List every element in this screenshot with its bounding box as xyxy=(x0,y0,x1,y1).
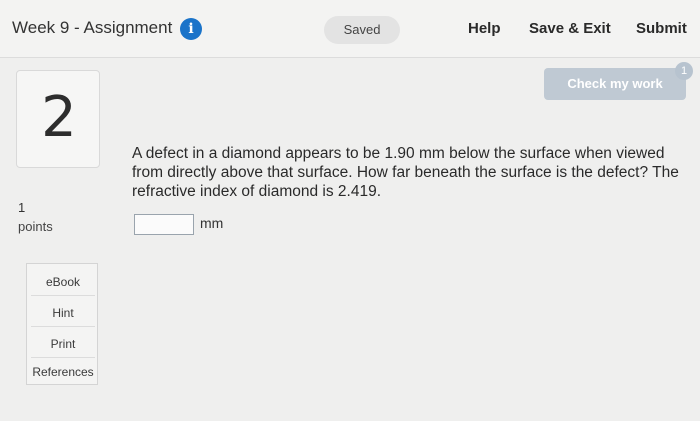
submit-button[interactable]: Submit xyxy=(636,20,687,37)
saved-status-badge: Saved xyxy=(324,16,400,44)
answer-unit: mm xyxy=(200,215,224,231)
question-text: A defect in a diamond appears to be 1.90… xyxy=(132,145,679,200)
divider xyxy=(31,295,95,296)
answer-input[interactable] xyxy=(134,214,194,235)
question-number: 2 xyxy=(41,85,77,150)
divider xyxy=(31,326,95,327)
points-value: 1 xyxy=(18,200,26,215)
resources-panel: eBook Hint Print References xyxy=(26,263,98,385)
ebook-link[interactable]: eBook xyxy=(27,275,99,289)
top-bar: Week 9 - Assignment i Saved Help Save & … xyxy=(0,0,700,58)
hint-link[interactable]: Hint xyxy=(27,306,99,320)
print-link[interactable]: Print xyxy=(27,337,99,351)
check-my-work-area: Check my work 1 xyxy=(544,62,693,100)
assignment-title: Week 9 - Assignment xyxy=(12,18,173,37)
question-number-box: 2 xyxy=(16,70,100,168)
divider xyxy=(31,357,95,358)
check-my-work-button[interactable]: Check my work xyxy=(544,68,686,100)
save-exit-button[interactable]: Save & Exit xyxy=(529,20,611,37)
check-count-badge: 1 xyxy=(675,62,693,80)
info-icon[interactable]: i xyxy=(180,18,202,40)
help-button[interactable]: Help xyxy=(468,20,501,37)
references-link[interactable]: References xyxy=(27,365,99,379)
points-label: points xyxy=(18,219,53,234)
